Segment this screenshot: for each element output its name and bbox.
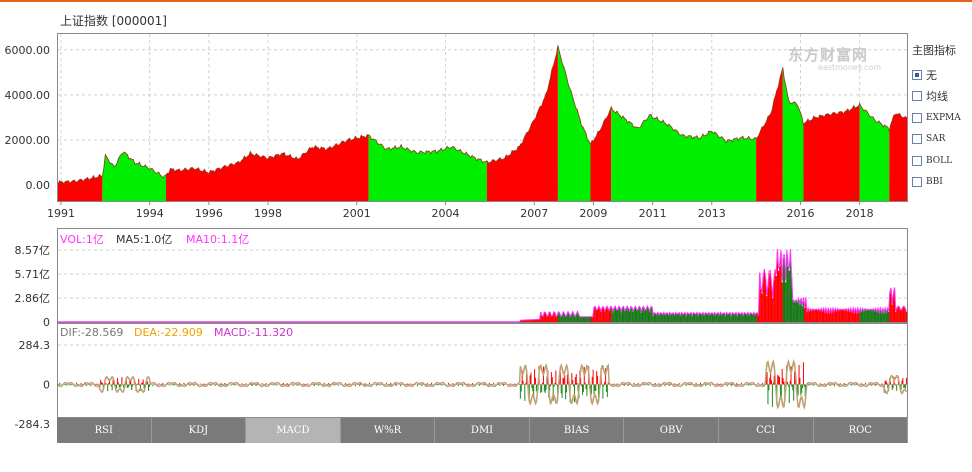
- price-x-tick: 1991: [47, 207, 75, 220]
- checkbox-icon[interactable]: [912, 112, 922, 123]
- price-x-tick: 1998: [254, 207, 282, 220]
- price-x-tick: 2007: [520, 207, 548, 220]
- indicator-sidebar: 主图指标 无 均线 EXPMA SAR BOLL BBI: [912, 42, 961, 193]
- price-area-up: [803, 103, 860, 201]
- volume-y-tick: 2.86亿: [15, 292, 51, 305]
- volume-y-tick: 5.71亿: [15, 268, 51, 281]
- vol-legend: VOL:1亿: [60, 233, 104, 246]
- option-none[interactable]: 无: [912, 64, 961, 86]
- price-x-tick: 2018: [846, 207, 874, 220]
- tab-wr[interactable]: W%R: [340, 418, 436, 443]
- macd-y-tick: 0: [43, 379, 50, 392]
- volume-y-tick: 0: [43, 316, 50, 329]
- price-x-tick: 2016: [787, 207, 815, 220]
- tab-cci[interactable]: CCI: [718, 418, 814, 443]
- tab-rsi[interactable]: RSI: [57, 418, 152, 443]
- price-area-down: [102, 152, 166, 201]
- price-area-up: [889, 113, 907, 201]
- tab-kdj[interactable]: KDJ: [151, 418, 247, 443]
- price-area-down: [557, 45, 591, 201]
- price-x-tick: 2009: [579, 207, 607, 220]
- tab-macd[interactable]: MACD: [246, 418, 341, 443]
- price-x-tick: 2013: [698, 207, 726, 220]
- price-x-tick: 2001: [343, 207, 371, 220]
- price-area-up: [756, 67, 783, 202]
- checkbox-icon[interactable]: [912, 134, 922, 145]
- price-area-down: [859, 103, 890, 201]
- price-x-tick: 1996: [195, 207, 223, 220]
- price-area-down: [611, 106, 757, 201]
- ma10-legend: MA10:1.1亿: [186, 233, 250, 246]
- price-y-tick: 2000.00: [5, 134, 51, 147]
- tab-obv[interactable]: OBV: [624, 418, 719, 443]
- sidebar-title: 主图指标: [912, 44, 956, 57]
- option-ma[interactable]: 均线: [912, 86, 961, 108]
- checkbox-icon[interactable]: [912, 91, 922, 102]
- price-x-tick: 1994: [136, 207, 164, 220]
- price-area-up: [486, 45, 558, 201]
- macd-legend: MACD:-11.320: [214, 326, 294, 339]
- tab-dmi[interactable]: DMI: [435, 418, 530, 443]
- price-y-tick: 6000.00: [5, 44, 51, 57]
- ma5-legend: MA5:1.0亿: [116, 233, 173, 246]
- option-expma[interactable]: EXPMA: [912, 107, 961, 129]
- indicator-tabs: RSI KDJ MACD W%R DMI BIAS OBV CCI ROC: [57, 418, 909, 443]
- price-x-tick: 2011: [639, 207, 667, 220]
- dea-legend: DEA:-22.909: [134, 326, 203, 339]
- macd-y-tick: 284.3: [19, 339, 51, 352]
- option-sar[interactable]: SAR: [912, 129, 961, 151]
- macd-y-tick: -284.3: [15, 418, 50, 431]
- checkbox-icon[interactable]: [912, 177, 922, 188]
- tab-bias[interactable]: BIAS: [529, 418, 625, 443]
- option-boll[interactable]: BOLL: [912, 150, 961, 172]
- volume-y-tick: 8.57亿: [15, 244, 51, 257]
- price-area-down: [368, 134, 487, 201]
- option-bbi[interactable]: BBI: [912, 172, 961, 194]
- checkbox-icon[interactable]: [912, 69, 922, 80]
- checkbox-icon[interactable]: [912, 155, 922, 166]
- price-y-tick: 4000.00: [5, 89, 51, 102]
- dif-legend: DIF:-28.569: [60, 326, 124, 339]
- price-y-tick: 0.00: [26, 179, 51, 192]
- price-x-tick: 2004: [432, 207, 460, 220]
- tab-roc[interactable]: ROC: [813, 418, 909, 443]
